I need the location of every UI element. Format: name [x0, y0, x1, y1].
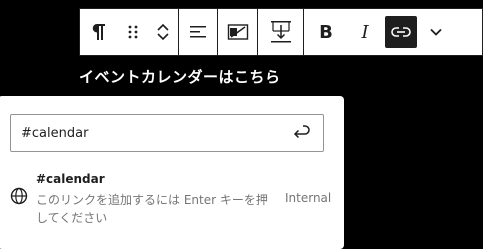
paragraph-icon — [92, 24, 105, 40]
chevron-down-icon[interactable] — [156, 32, 170, 42]
link-icon — [391, 27, 411, 37]
align-left-icon — [190, 26, 206, 38]
vertical-resize-icon — [270, 21, 291, 43]
bold-icon: B — [319, 21, 333, 43]
enter-return-icon — [293, 125, 310, 139]
link-popover: #calendar このリンクを追加するには Enter キーを押してください … — [0, 96, 344, 249]
link-button-active[interactable] — [385, 16, 417, 48]
link-suggestion[interactable]: #calendar このリンクを追加するには Enter キーを押してください … — [0, 166, 344, 226]
suggestion-description: このリンクを追加するには Enter キーを押してください — [36, 193, 268, 225]
chevron-down-icon — [430, 28, 442, 36]
italic-button[interactable]: I — [348, 9, 382, 55]
wrap-icon — [227, 24, 248, 40]
bold-button[interactable]: B — [304, 9, 348, 55]
move-buttons[interactable] — [148, 9, 178, 55]
italic-icon: I — [361, 21, 369, 43]
toolbar-group-format: B I — [304, 9, 452, 55]
chevron-up-icon[interactable] — [156, 22, 170, 32]
link-button[interactable] — [382, 9, 420, 55]
suggestion-title: #calendar — [36, 172, 105, 186]
more-options-button[interactable] — [420, 9, 452, 55]
suggestion-text: #calendar このリンクを追加するには Enter キーを押してください — [36, 172, 276, 227]
link-url-field[interactable] — [10, 114, 324, 152]
block-toolbar: B I — [79, 8, 483, 56]
link-url-input[interactable] — [21, 125, 289, 141]
toolbar-group-align — [179, 9, 304, 55]
wrap-button[interactable] — [217, 9, 257, 55]
height-button[interactable] — [257, 9, 303, 55]
toolbar-group-block — [80, 9, 179, 55]
drag-handle[interactable] — [118, 9, 148, 55]
globe-icon — [10, 187, 28, 205]
block-heading: イベントカレンダーはこちら — [79, 68, 281, 86]
submit-link-button[interactable] — [289, 121, 313, 145]
align-button[interactable] — [179, 9, 217, 55]
paragraph-button[interactable] — [80, 9, 118, 55]
suggestion-type: Internal — [285, 191, 332, 205]
drag-icon — [128, 25, 138, 39]
